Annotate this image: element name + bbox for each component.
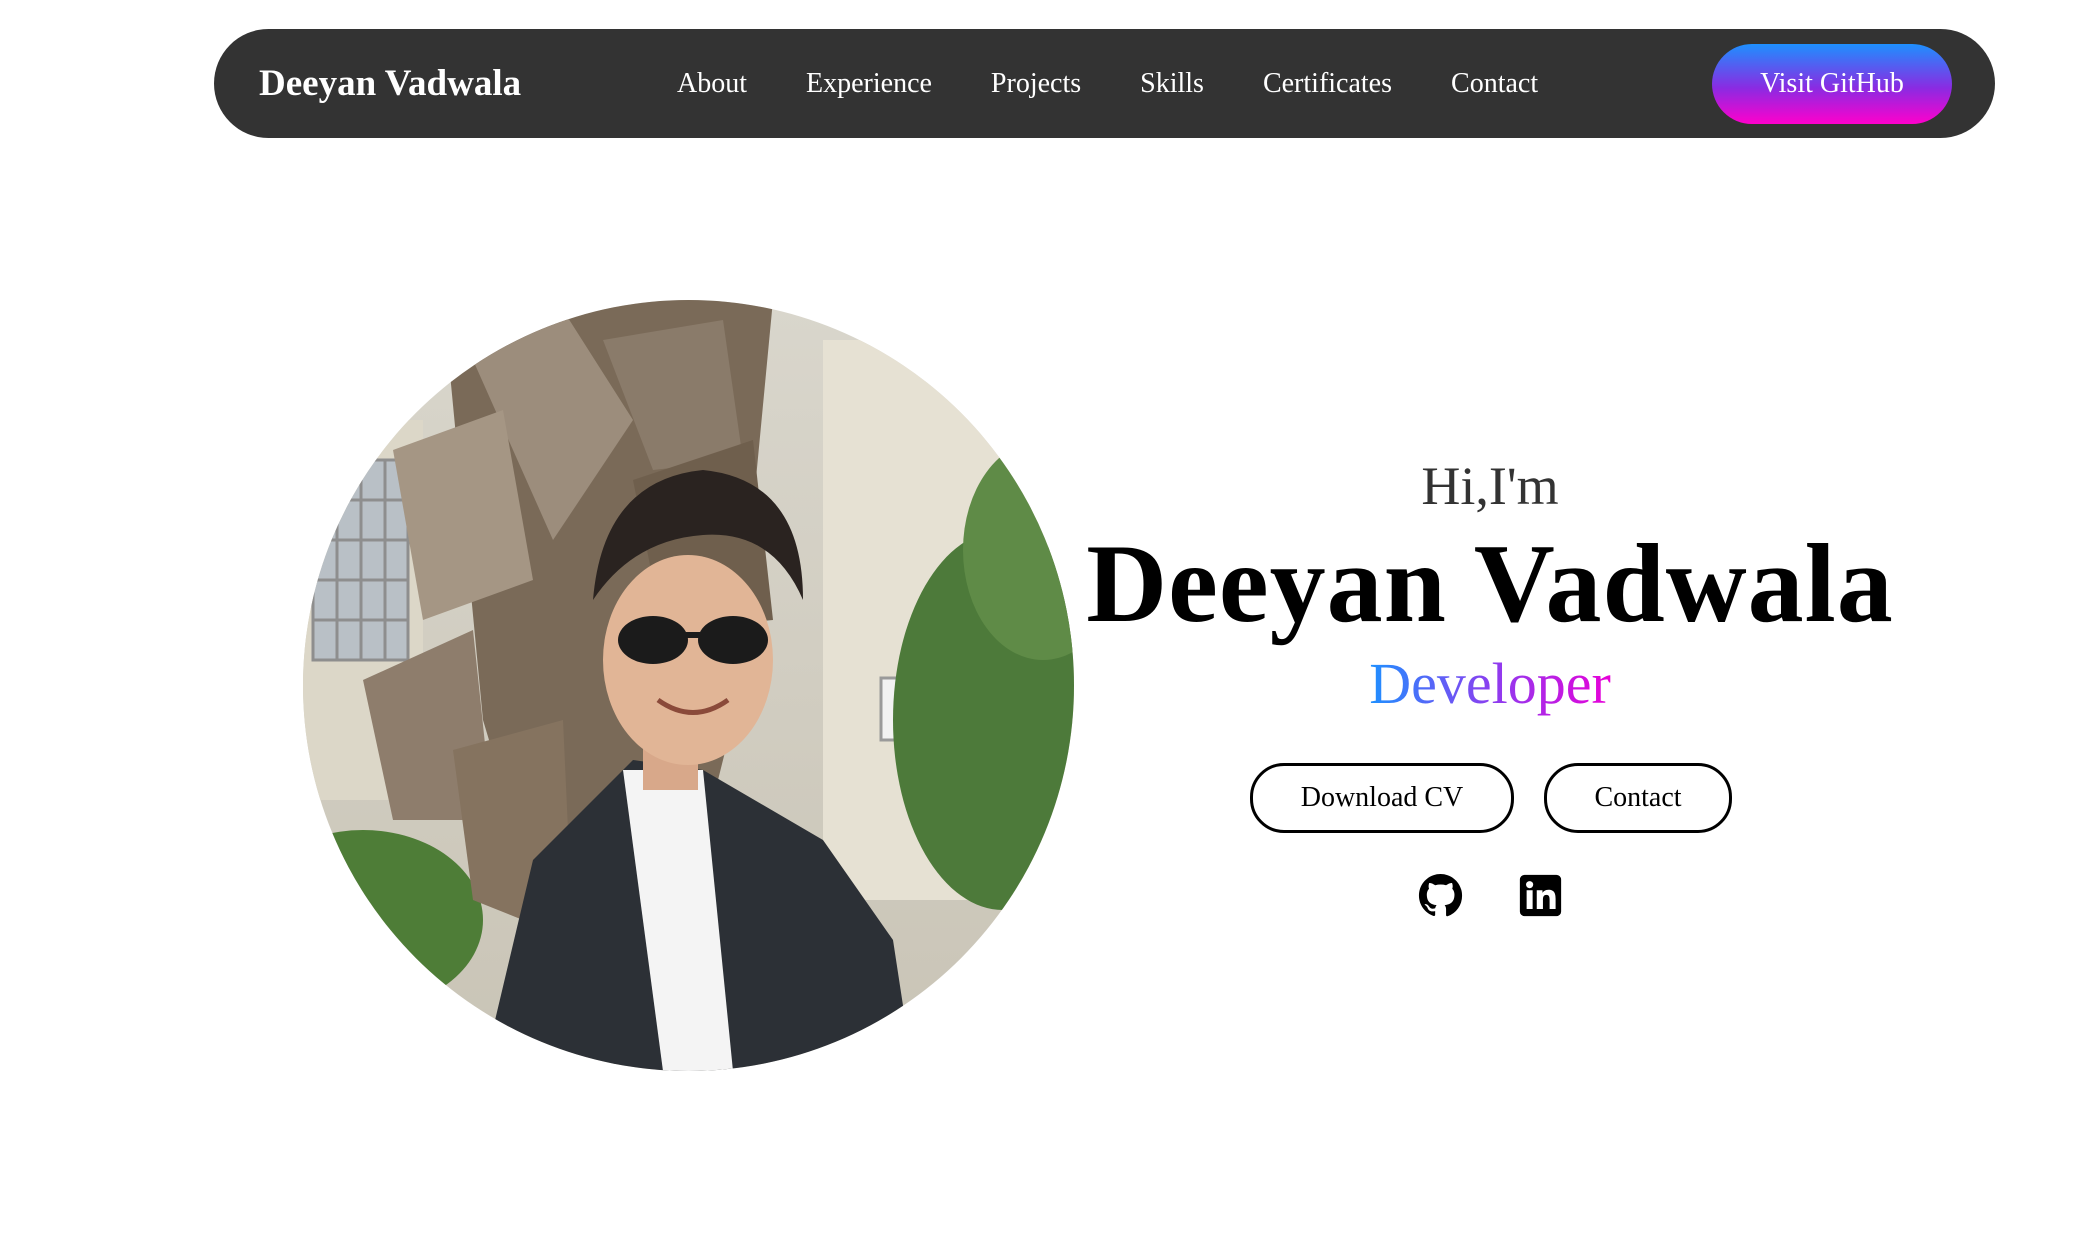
hero-greeting: Hi,I'm — [1421, 456, 1559, 516]
nav-link-experience[interactable]: Experience — [806, 68, 932, 100]
contact-button[interactable]: Contact — [1544, 763, 1732, 833]
download-cv-button[interactable]: Download CV — [1250, 763, 1514, 833]
social-links — [1418, 873, 1563, 918]
hero-buttons: Download CV Contact — [1250, 763, 1732, 833]
hero-role: Developer — [1070, 650, 1910, 717]
nav-link-contact[interactable]: Contact — [1451, 68, 1538, 100]
linkedin-icon[interactable] — [1518, 873, 1563, 918]
nav-links: About Experience Projects Skills Certifi… — [677, 29, 1538, 138]
nav-link-projects[interactable]: Projects — [991, 68, 1081, 100]
visit-github-button[interactable]: Visit GitHub — [1712, 44, 1952, 124]
github-icon[interactable] — [1418, 873, 1463, 918]
profile-photo — [303, 300, 1074, 1071]
navbar: Deeyan Vadwala About Experience Projects… — [214, 29, 1995, 138]
brand-logo[interactable]: Deeyan Vadwala — [259, 29, 521, 138]
nav-link-about[interactable]: About — [677, 68, 747, 100]
page: Deeyan Vadwala About Experience Projects… — [0, 0, 2079, 1249]
hero-role-text: Developer — [1369, 651, 1611, 716]
hero-name: Deeyan Vadwala — [1086, 522, 1894, 646]
nav-link-certificates[interactable]: Certificates — [1263, 68, 1392, 100]
nav-link-skills[interactable]: Skills — [1140, 68, 1204, 100]
